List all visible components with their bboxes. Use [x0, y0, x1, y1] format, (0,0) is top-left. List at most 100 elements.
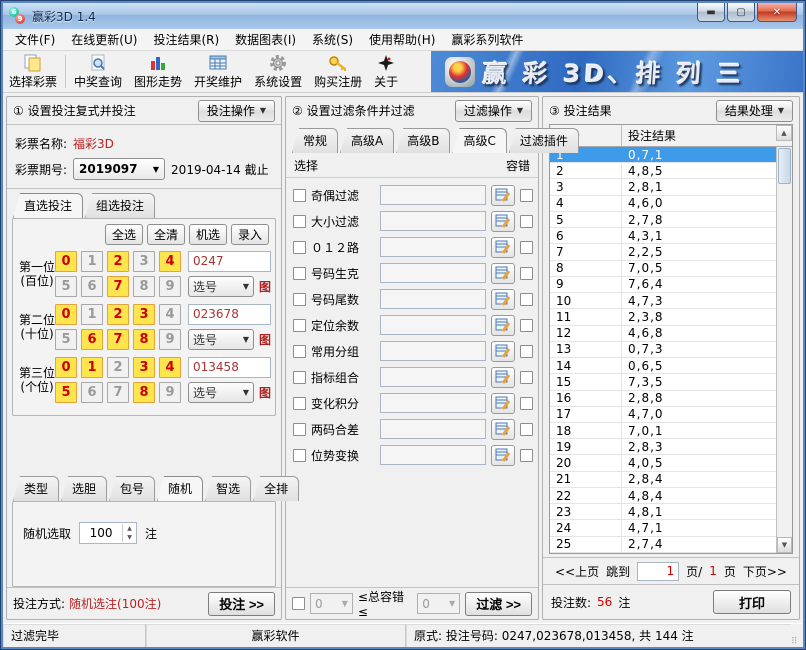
result-table-row[interactable]: 104,7,3: [550, 293, 776, 309]
result-table-row[interactable]: 10,7,1: [550, 147, 776, 163]
random-count-stepper[interactable]: 100 ▲▼: [79, 522, 137, 544]
result-table-row[interactable]: 244,7,1: [550, 520, 776, 536]
filter-enable-checkbox[interactable]: [293, 371, 306, 384]
digit-button[interactable]: 2: [107, 357, 129, 378]
result-table-row[interactable]: 24,8,5: [550, 163, 776, 179]
digit-button[interactable]: 2: [107, 251, 129, 272]
issue-dropdown[interactable]: 2019097▼: [73, 158, 165, 180]
result-table-row[interactable]: 97,6,4: [550, 277, 776, 293]
buy-register-button[interactable]: 购买注册: [308, 51, 368, 92]
menu-series-software[interactable]: 赢彩系列软件: [443, 29, 531, 50]
digit-button[interactable]: 4: [159, 304, 181, 325]
result-table-row[interactable]: 192,8,3: [550, 439, 776, 455]
filter-edit-button[interactable]: [491, 315, 515, 336]
filter-enable-checkbox[interactable]: [293, 267, 306, 280]
result-table-row[interactable]: 32,8,1: [550, 179, 776, 195]
next-page-button[interactable]: 下页>>: [743, 563, 787, 580]
filter-edit-button[interactable]: [491, 185, 515, 206]
filter-tab-3[interactable]: 高级B: [396, 128, 450, 153]
digit-button[interactable]: 1: [81, 251, 103, 272]
digit-button[interactable]: 1: [81, 304, 103, 325]
digit-button[interactable]: 5: [55, 382, 77, 403]
menu-bet-results[interactable]: 投注结果(R): [145, 29, 227, 50]
digit-button[interactable]: 1: [81, 357, 103, 378]
tab-direct-bet[interactable]: 直选投注: [13, 193, 83, 218]
bet-actions-dropdown[interactable]: 投注操作▼: [198, 100, 275, 122]
filter-condition-field[interactable]: [380, 237, 486, 257]
tolerance-checkbox[interactable]: [520, 319, 533, 332]
tolerance-checkbox[interactable]: [520, 345, 533, 358]
filter-edit-button[interactable]: [491, 289, 515, 310]
random-pick-button[interactable]: 机选: [189, 224, 227, 245]
result-table-row[interactable]: 252,7,4: [550, 537, 776, 553]
filter-enable-checkbox[interactable]: [293, 397, 306, 410]
digit-button[interactable]: 7: [107, 276, 129, 297]
filter-edit-button[interactable]: [491, 211, 515, 232]
print-button[interactable]: 打印: [713, 590, 791, 614]
menu-help[interactable]: 使用帮助(H): [361, 29, 443, 50]
tolerance-checkbox[interactable]: [520, 189, 533, 202]
prize-query-button[interactable]: 中奖查询: [68, 51, 128, 92]
page-number-input[interactable]: 1: [637, 562, 679, 581]
mode-tab-2[interactable]: 选胆: [61, 476, 107, 501]
clear-all-button[interactable]: 全清: [147, 224, 185, 245]
filter-condition-field[interactable]: [380, 289, 486, 309]
digit-button[interactable]: 8: [133, 276, 155, 297]
digit-button[interactable]: 5: [55, 276, 77, 297]
filter-edit-button[interactable]: [491, 263, 515, 284]
tolerance-checkbox[interactable]: [520, 241, 533, 254]
result-table-row[interactable]: 187,0,1: [550, 423, 776, 439]
digit-button[interactable]: 7: [107, 329, 129, 350]
filter-enable-checkbox[interactable]: [293, 215, 306, 228]
tolerance-min-dropdown[interactable]: 0▼: [310, 593, 353, 614]
filter-enable-checkbox[interactable]: [293, 449, 306, 462]
filter-condition-field[interactable]: [380, 419, 486, 439]
scroll-up-icon[interactable]: ▲: [776, 125, 792, 141]
tolerance-max-dropdown[interactable]: 0▼: [417, 593, 460, 614]
result-table-row[interactable]: 87,0,5: [550, 261, 776, 277]
filter-condition-field[interactable]: [380, 367, 486, 387]
filter-edit-button[interactable]: [491, 445, 515, 466]
select-lottery-button[interactable]: 选择彩票: [3, 51, 63, 92]
tolerance-checkbox[interactable]: [520, 371, 533, 384]
tolerance-checkbox[interactable]: [520, 449, 533, 462]
filter-condition-field[interactable]: [380, 445, 486, 465]
result-table-row[interactable]: 162,8,8: [550, 391, 776, 407]
tolerance-checkbox[interactable]: [520, 267, 533, 280]
mode-tab-6[interactable]: 全排: [253, 476, 299, 501]
filter-condition-field[interactable]: [380, 185, 486, 205]
digit-button[interactable]: 8: [133, 329, 155, 350]
chart-link[interactable]: 图: [259, 278, 271, 295]
tolerance-checkbox[interactable]: [520, 215, 533, 228]
filter-edit-button[interactable]: [491, 237, 515, 258]
pick-number-dropdown[interactable]: 选号▼: [188, 329, 254, 350]
draw-maintain-button[interactable]: 开奖维护: [188, 51, 248, 92]
digit-button[interactable]: 9: [159, 382, 181, 403]
result-table-row[interactable]: 212,8,4: [550, 472, 776, 488]
mode-tab-5[interactable]: 智选: [205, 476, 251, 501]
filter-enable-checkbox[interactable]: [293, 241, 306, 254]
filter-enable-checkbox[interactable]: [293, 319, 306, 332]
filter-edit-button[interactable]: [491, 341, 515, 362]
result-scrollbar[interactable]: ▼: [776, 147, 792, 553]
pick-number-dropdown[interactable]: 选号▼: [188, 276, 254, 297]
digit-button[interactable]: 6: [81, 329, 103, 350]
total-tolerance-checkbox[interactable]: [292, 597, 305, 610]
result-table-row[interactable]: 204,0,5: [550, 455, 776, 471]
filter-enable-checkbox[interactable]: [293, 189, 306, 202]
pick-number-dropdown[interactable]: 选号▼: [188, 382, 254, 403]
result-table-row[interactable]: 44,6,0: [550, 196, 776, 212]
menu-system[interactable]: 系统(S): [304, 29, 361, 50]
filter-tab-4[interactable]: 高级C: [452, 128, 506, 153]
maximize-button[interactable]: ▢: [727, 3, 755, 22]
digit-button[interactable]: 0: [55, 251, 77, 272]
bet-button[interactable]: 投注 >>: [208, 592, 275, 616]
filter-condition-field[interactable]: [380, 315, 486, 335]
selected-digits-field[interactable]: 023678: [188, 304, 271, 325]
result-table-row[interactable]: 64,3,1: [550, 228, 776, 244]
menu-data-charts[interactable]: 数据图表(I): [227, 29, 304, 50]
mode-tab-4[interactable]: 随机: [157, 476, 203, 501]
tolerance-checkbox[interactable]: [520, 397, 533, 410]
digit-button[interactable]: 6: [81, 382, 103, 403]
result-table-row[interactable]: 157,3,5: [550, 374, 776, 390]
